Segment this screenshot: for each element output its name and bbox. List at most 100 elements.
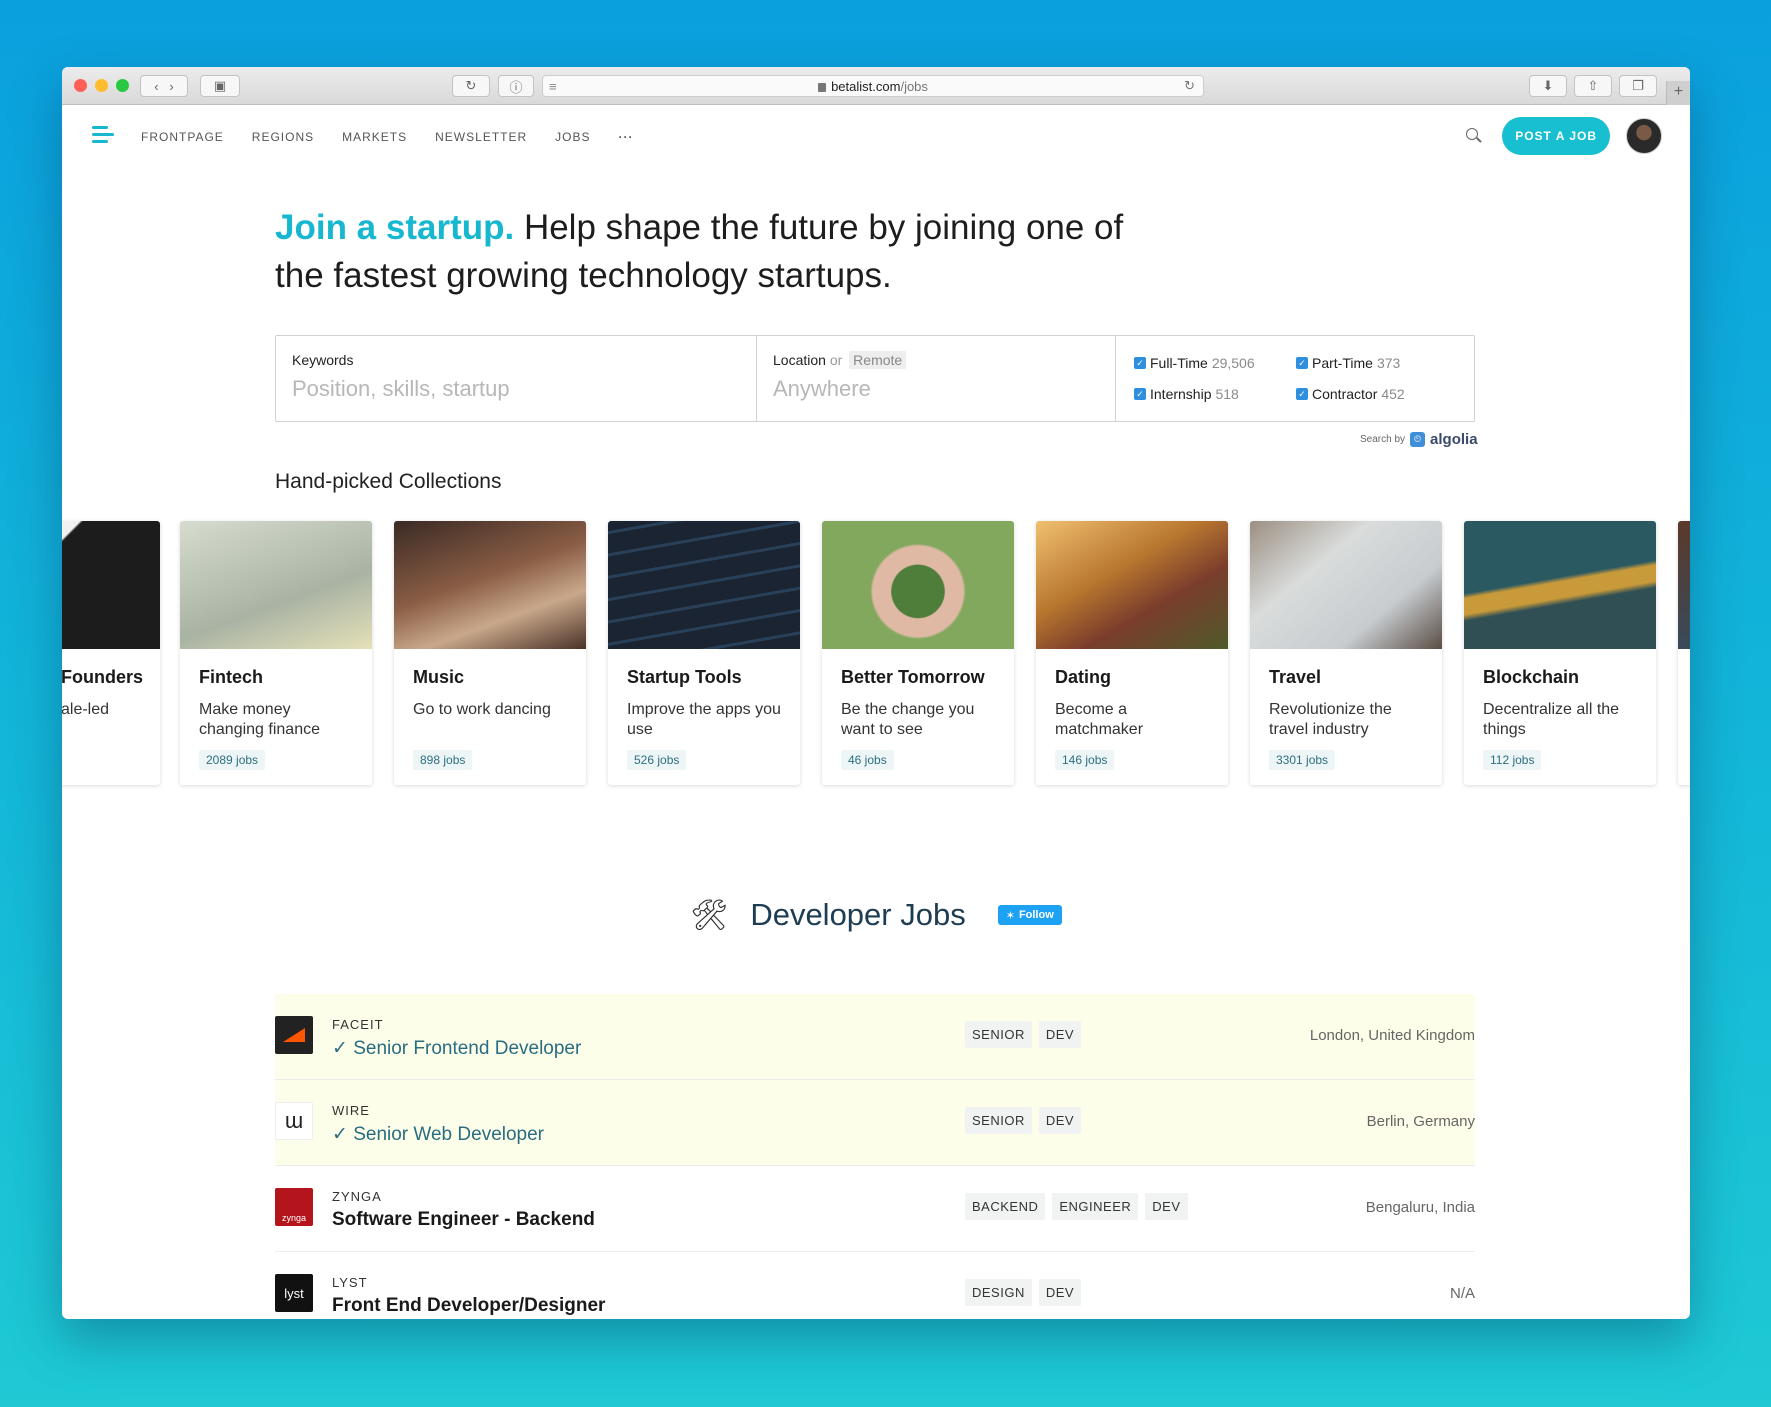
logo-icon[interactable]: [92, 126, 114, 147]
twitter-icon: ✶: [1005, 909, 1015, 922]
job-title[interactable]: Front End Developer/Designer: [332, 1295, 605, 1317]
filter-label: Contractor: [1312, 385, 1378, 402]
collection-card-dating[interactable]: Dating Become a matchmaker 146 jobs: [1036, 521, 1228, 785]
downloads-button[interactable]: ⬇: [1529, 75, 1567, 97]
minimize-window-button[interactable]: [95, 79, 108, 92]
developer-jobs-title: Developer Jobs: [750, 897, 966, 932]
filter-count: 452: [1381, 385, 1405, 402]
employment-type-filters: ✓ Full-Time 29,506 ✓ Part-Time 373 ✓ Internsh…: [1116, 336, 1474, 421]
checkbox-checked-icon[interactable]: ✓: [1296, 387, 1308, 400]
collection-desc: Revolutionize the travel industry: [1269, 701, 1392, 738]
collection-name: Music: [413, 667, 465, 687]
job-title[interactable]: Software Engineer - Backend: [332, 1209, 595, 1231]
avatar[interactable]: [1626, 118, 1662, 154]
collection-image: [62, 521, 160, 649]
job-tag[interactable]: DESIGN: [965, 1279, 1032, 1306]
collection-name: Startup Tools: [627, 667, 742, 687]
job-tag[interactable]: DEV: [1038, 1107, 1082, 1134]
collection-job-count: 46 jobs: [841, 750, 894, 770]
job-row-faceit[interactable]: FACEIT ✓ Senior Frontend Developer SENIO…: [275, 994, 1475, 1080]
filter-part-time[interactable]: ✓ Part-Time 373: [1296, 354, 1456, 373]
close-window-button[interactable]: [74, 79, 87, 92]
job-title[interactable]: ✓ Senior Frontend Developer: [332, 1037, 581, 1060]
remote-option[interactable]: Remote: [849, 351, 907, 369]
collection-card-partial[interactable]: [1678, 521, 1690, 785]
chevron-left-icon[interactable]: ‹: [154, 79, 158, 94]
keywords-label: Keywords: [292, 352, 354, 368]
reader-icon[interactable]: ≡: [549, 79, 557, 94]
collection-job-count: 898 jobs: [413, 750, 473, 770]
browser-window: ‹ › ▣ ↻ ⓘ ≡ betalist.com/jobs ↻ ⬇ ⇧ ❐ + …: [62, 67, 1690, 1319]
collection-job-count: 3301 jobs: [1269, 750, 1336, 770]
lock-icon: [818, 82, 827, 92]
job-tag[interactable]: DEV: [1038, 1021, 1082, 1048]
job-tag[interactable]: SENIOR: [965, 1107, 1032, 1134]
collection-card-better-tomorrow[interactable]: Better Tomorrow Be the change you want to…: [822, 521, 1014, 785]
nav-markets[interactable]: MARKETS: [342, 130, 407, 144]
job-location: Berlin, Germany: [1366, 1113, 1475, 1130]
site-nav: FRONTPAGE REGIONS MARKETS NEWSLETTER JOB…: [62, 105, 1690, 169]
twitter-follow-button[interactable]: ✶ Follow: [997, 905, 1062, 925]
filter-contractor[interactable]: ✓ Contractor 452: [1296, 385, 1456, 404]
checkbox-checked-icon[interactable]: ✓: [1134, 387, 1146, 400]
collection-card-travel[interactable]: Travel Revolutionize the travel industry 3…: [1250, 521, 1442, 785]
job-tags: SENIOR DEV: [965, 1021, 1082, 1048]
job-location: N/A: [1449, 1285, 1475, 1302]
window-controls: [74, 79, 129, 92]
nav-regions[interactable]: REGIONS: [252, 130, 314, 144]
share-button[interactable]: ⇧: [1574, 75, 1612, 97]
keywords-field[interactable]: Keywords Position, skills, startup: [276, 336, 757, 421]
job-list: FACEIT ✓ Senior Frontend Developer SENIO…: [275, 994, 1475, 1319]
job-tag[interactable]: BACKEND: [965, 1193, 1046, 1220]
follow-label: Follow: [1018, 909, 1054, 921]
nav-right: POST A JOB: [1466, 117, 1662, 155]
collection-card-founders[interactable]: Founders ale-led: [62, 521, 160, 785]
keywords-input[interactable]: Position, skills, startup: [292, 376, 740, 402]
maximize-window-button[interactable]: [116, 79, 129, 92]
nav-newsletter[interactable]: NEWSLETTER: [435, 130, 527, 144]
job-row-zynga[interactable]: zynga ZYNGA Software Engineer - Backend …: [275, 1166, 1475, 1252]
post-job-button[interactable]: POST A JOB: [1502, 117, 1610, 155]
new-tab-button[interactable]: +: [1666, 81, 1690, 105]
job-location: Bengaluru, India: [1365, 1199, 1475, 1216]
search-icon[interactable]: [1466, 128, 1482, 144]
password-button[interactable]: ⓘ: [498, 75, 534, 97]
job-tag[interactable]: DEV: [1038, 1279, 1082, 1306]
reload-icon[interactable]: ↻: [1184, 78, 1195, 94]
collection-image: [394, 521, 586, 649]
job-location: London, United Kingdom: [1309, 1027, 1475, 1044]
collection-card-music[interactable]: Music Go to work dancing 898 jobs: [394, 521, 586, 785]
location-field[interactable]: Location or Remote Anywhere: [757, 336, 1116, 421]
job-tag[interactable]: DEV: [1145, 1193, 1188, 1220]
filter-full-time[interactable]: ✓ Full-Time 29,506: [1134, 354, 1296, 373]
collection-card-blockchain[interactable]: Blockchain Decentralize all the things 112…: [1464, 521, 1656, 785]
back-forward-buttons[interactable]: ‹ ›: [140, 75, 188, 97]
company-logo-faceit: [275, 1016, 313, 1054]
search-by-algolia[interactable]: Search by ⏲ algolia: [1360, 431, 1478, 448]
job-row-lyst[interactable]: lyst LYST Front End Developer/Designer D…: [275, 1252, 1475, 1319]
filter-internship[interactable]: ✓ Internship 518: [1134, 385, 1296, 404]
job-title[interactable]: ✓ Senior Web Developer: [332, 1123, 544, 1146]
location-input[interactable]: Anywhere: [773, 376, 1099, 402]
collection-card-fintech[interactable]: Fintech Make money changing finance 2089 j…: [180, 521, 372, 785]
extension-button[interactable]: ↻: [452, 75, 490, 97]
company-name: FACEIT: [332, 1017, 384, 1032]
info-icon: ⓘ: [509, 79, 523, 95]
collection-card-startup-tools[interactable]: Startup Tools Improve the apps you use 526…: [608, 521, 800, 785]
sidebar-toggle-button[interactable]: ▣: [200, 75, 240, 97]
address-bar[interactable]: ≡ betalist.com/jobs ↻: [542, 75, 1204, 97]
job-tag[interactable]: SENIOR: [965, 1021, 1032, 1048]
checkbox-checked-icon[interactable]: ✓: [1134, 357, 1146, 370]
more-menu-icon[interactable]: ···: [619, 130, 634, 144]
hero-accent: Join a startup.: [275, 208, 515, 247]
chevron-right-icon[interactable]: ›: [169, 79, 173, 94]
tabs-button[interactable]: ❐: [1619, 75, 1657, 97]
checkbox-checked-icon[interactable]: ✓: [1296, 357, 1308, 370]
search-by-label: Search by: [1360, 434, 1406, 445]
company-logo-wire: ɯ: [275, 1102, 313, 1140]
job-row-wire[interactable]: ɯ WIRE ✓ Senior Web Developer SENIOR DEV…: [275, 1080, 1475, 1166]
job-tag[interactable]: ENGINEER: [1052, 1193, 1139, 1220]
nav-frontpage[interactable]: FRONTPAGE: [141, 130, 224, 144]
hero-heading: Join a startup. Help shape the future by…: [275, 204, 1175, 300]
nav-jobs[interactable]: JOBS: [555, 130, 590, 144]
